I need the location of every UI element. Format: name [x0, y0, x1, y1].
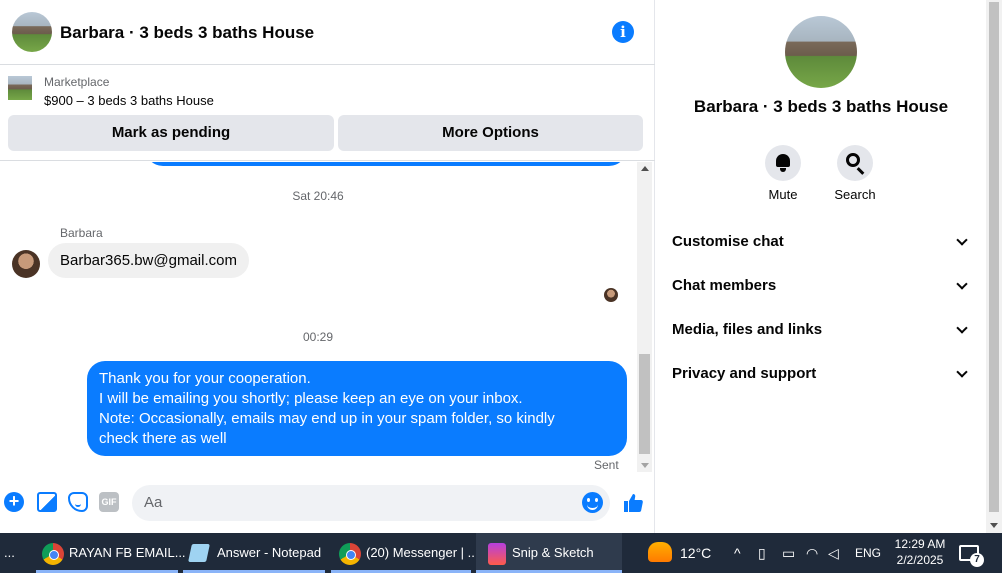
snip-sketch-icon	[488, 543, 506, 565]
chrome-icon	[42, 543, 64, 565]
message-composer: + GIF Aa	[0, 480, 655, 526]
emoji-icon[interactable]	[582, 492, 603, 513]
panel-avatar[interactable]	[785, 16, 857, 88]
chrome-icon	[339, 543, 361, 565]
chat-column: Barbara · 3 beds 3 baths House i Marketp…	[0, 0, 655, 533]
section-privacy-support[interactable]: Privacy and support	[672, 359, 970, 389]
message-line: check there as well	[99, 430, 227, 447]
like-icon[interactable]	[622, 492, 644, 514]
search-icon	[846, 153, 860, 167]
section-label: Chat members	[672, 277, 777, 294]
incoming-message[interactable]: Barbar365.bw@gmail.com	[48, 243, 249, 278]
marketplace-banner: Marketplace $900 – 3 beds 3 baths House …	[0, 66, 655, 161]
scroll-up-arrow-icon[interactable]	[641, 166, 649, 171]
listing-avatar[interactable]	[12, 12, 52, 52]
timestamp: Sat 20:46	[292, 189, 344, 203]
mute-button[interactable]: Mute	[753, 145, 813, 202]
message-line: Thank you for your cooperation.	[99, 370, 311, 387]
info-icon[interactable]: i	[612, 21, 634, 43]
chevron-up-icon[interactable]: ^	[734, 545, 741, 561]
weather-temp[interactable]: 12°C	[680, 533, 711, 573]
taskbar-overflow[interactable]: ...	[4, 533, 15, 573]
page-scrollbar[interactable]	[986, 0, 1002, 533]
mute-label: Mute	[768, 187, 798, 202]
message-line: Note: Occasionally, emails may end up in…	[99, 410, 555, 427]
search-label: Search	[834, 187, 876, 202]
section-label: Customise chat	[672, 233, 784, 250]
search-circle[interactable]	[837, 145, 873, 181]
previous-outgoing-bubble	[145, 162, 627, 166]
meet-icon[interactable]: ▯	[758, 545, 766, 561]
chat-header: Barbara · 3 beds 3 baths House i	[0, 0, 655, 65]
listing-thumbnail[interactable]	[8, 76, 32, 100]
marketplace-label: Marketplace	[44, 75, 110, 89]
scroll-down-arrow-icon[interactable]	[641, 463, 649, 468]
section-label: Privacy and support	[672, 365, 817, 382]
taskbar-item-notepad[interactable]: Answer - Notepad	[217, 533, 321, 573]
weather-icon[interactable]	[648, 542, 672, 562]
bell-icon	[776, 154, 790, 172]
mute-circle[interactable]	[765, 145, 801, 181]
panel-title: Barbara · 3 beds 3 baths House	[693, 97, 949, 116]
clock-date: 2/2/2025	[896, 553, 944, 567]
taskbar-item-messenger[interactable]: (20) Messenger | ...	[366, 533, 478, 573]
message-scrollbar[interactable]	[637, 162, 652, 472]
wifi-icon[interactable]: ◠	[806, 545, 818, 561]
seen-indicator-avatar	[604, 288, 618, 302]
battery-icon[interactable]: ▭	[782, 545, 795, 561]
chat-info-panel: Barbara · 3 beds 3 baths House Mute Sear…	[656, 0, 986, 533]
section-label: Media, files and links	[672, 321, 823, 338]
notification-badge: 7	[970, 553, 984, 567]
outgoing-message[interactable]: Thank you for your cooperation. I will b…	[87, 361, 627, 456]
message-line: I will be emailing you shortly; please k…	[99, 390, 523, 407]
section-customise-chat[interactable]: Customise chat	[672, 227, 970, 257]
taskbar-item-chrome-rayan[interactable]: RAYAN FB EMAIL...	[69, 533, 186, 573]
language-indicator[interactable]: ENG	[855, 533, 881, 573]
message-list[interactable]: Sat 20:46 Barbara Barbar365.bw@gmail.com…	[0, 162, 636, 472]
sender-avatar[interactable]	[12, 250, 40, 278]
chevron-down-icon	[956, 322, 968, 334]
app-root: Barbara · 3 beds 3 baths House i Marketp…	[0, 0, 1002, 573]
message-input[interactable]: Aa	[132, 485, 610, 521]
scroll-down-arrow-icon[interactable]	[990, 523, 998, 528]
chevron-down-icon	[956, 234, 968, 246]
chevron-down-icon	[956, 366, 968, 378]
section-media-files-links[interactable]: Media, files and links	[672, 315, 970, 345]
scroll-thumb[interactable]	[639, 354, 650, 454]
sender-name: Barbara	[60, 226, 103, 240]
section-chat-members[interactable]: Chat members	[672, 271, 970, 301]
photo-icon[interactable]	[37, 492, 57, 512]
clock[interactable]: 12:29 AM 2/2/2025	[892, 536, 948, 568]
windows-taskbar: ... RAYAN FB EMAIL... Answer - Notepad (…	[0, 533, 1002, 573]
search-button[interactable]: Search	[825, 145, 885, 202]
timestamp: 00:29	[302, 330, 334, 344]
page-scroll-thumb[interactable]	[989, 2, 999, 512]
delivery-status: Sent	[594, 458, 619, 472]
chat-title[interactable]: Barbara · 3 beds 3 baths House	[60, 23, 314, 43]
clock-time: 12:29 AM	[894, 537, 946, 551]
notepad-icon	[188, 544, 210, 562]
gif-icon[interactable]: GIF	[99, 492, 119, 512]
plus-icon[interactable]: +	[4, 492, 24, 512]
sticker-icon[interactable]	[68, 492, 88, 512]
mark-as-pending-button[interactable]: Mark as pending	[8, 115, 334, 151]
volume-icon[interactable]: ◁	[828, 545, 839, 561]
chevron-down-icon	[956, 278, 968, 290]
listing-summary[interactable]: $900 – 3 beds 3 baths House	[44, 93, 214, 108]
taskbar-item-snip-sketch[interactable]: Snip & Sketch	[512, 533, 594, 573]
more-options-button[interactable]: More Options	[338, 115, 643, 151]
